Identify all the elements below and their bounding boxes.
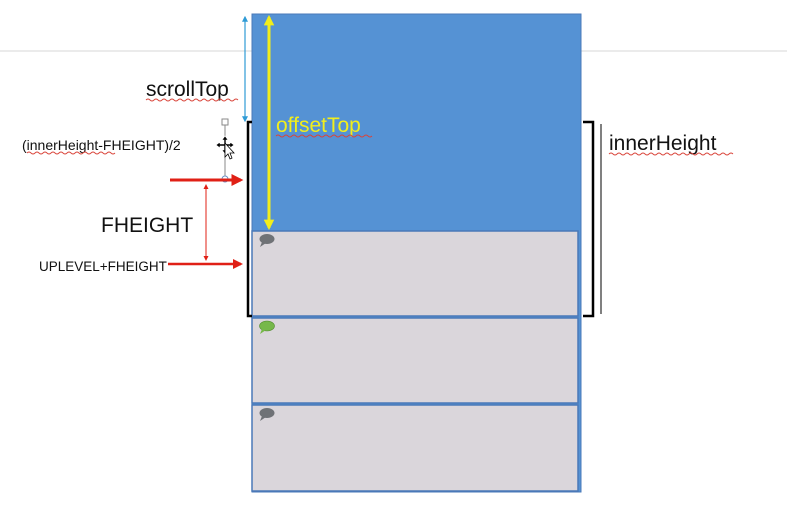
inner-height-bracket xyxy=(583,120,595,318)
offset-top-label: offsetTop xyxy=(276,114,361,137)
move-cursor-icon xyxy=(215,135,235,160)
content-row xyxy=(251,230,579,317)
inner-height-label: innerHeight xyxy=(609,132,717,155)
fheight-label: FHEIGHT xyxy=(101,214,193,237)
content-row xyxy=(251,404,579,492)
content-row xyxy=(251,317,579,404)
uplevel-fheight-label: UPLEVEL+FHEIGHT xyxy=(39,259,167,274)
half-formula-label: (innerHeight-FHEIGHT)/2 xyxy=(22,137,181,153)
row-list xyxy=(251,230,579,492)
scroll-diagram: scrollTop offsetTop innerHeight (innerHe… xyxy=(0,13,787,493)
scroll-top-label: scrollTop xyxy=(146,78,229,101)
